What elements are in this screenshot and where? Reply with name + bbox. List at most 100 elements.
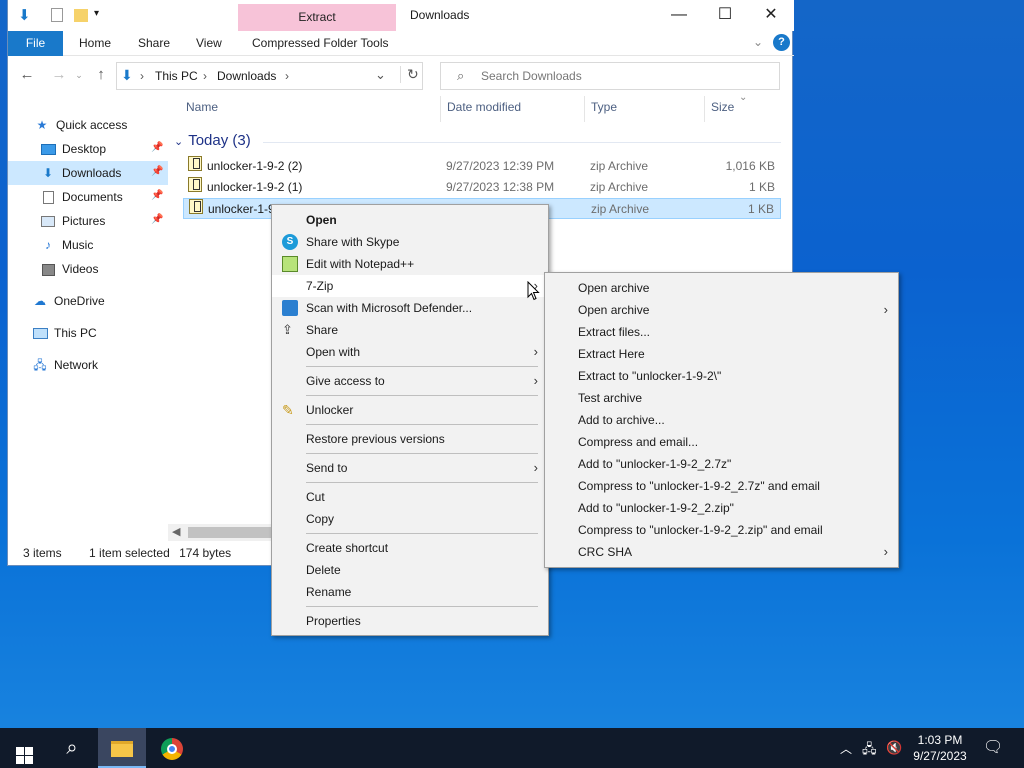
file-row[interactable]: unlocker-1-9-2 (1) 9/27/2023 12:38 PM zi… [183,177,781,198]
address-bar[interactable]: ⬇ › This PC › Downloads › ⌄ ↻ [116,62,423,90]
close-button[interactable]: ✕ [748,0,794,31]
menu-item-rename[interactable]: Rename [272,581,548,603]
submenu-compress-zip-email[interactable]: Compress to "unlocker-1-9-2_2.zip" and e… [545,519,898,541]
sort-chevron-icon: ⌄ [739,92,748,103]
breadcrumb-this-pc[interactable]: This PC [155,69,198,83]
taskbar-file-explorer[interactable] [98,728,146,768]
nav-onedrive[interactable]: ☁ OneDrive [32,289,105,313]
pin-icon[interactable]: 📌 [151,214,163,225]
up-button[interactable]: ↑ [90,64,112,86]
submenu-compress-7z-email[interactable]: Compress to "unlocker-1-9-2_2.7z" and em… [545,475,898,497]
menu-item-scan-defender[interactable]: Scan with Microsoft Defender... [272,297,548,319]
address-dropdown-icon[interactable]: ⌄ [375,67,386,83]
maximize-button[interactable]: ☐ [702,0,748,31]
tab-compressed-folder-tools[interactable]: Compressed Folder Tools [252,31,389,56]
properties-icon[interactable] [51,8,63,22]
submenu-add-to-7z[interactable]: Add to "unlocker-1-9-2_2.7z" [545,453,898,475]
music-icon: ♪ [45,238,51,252]
nav-music[interactable]: ♪ Music [40,233,93,257]
tab-share[interactable]: Share [138,31,170,56]
refresh-button[interactable]: ↻ [400,66,419,83]
menu-item-share-with-skype[interactable]: S Share with Skype [272,231,548,253]
show-hidden-icons[interactable]: ︿ [840,740,852,757]
submenu-crc-sha[interactable]: CRC SHA › [545,541,898,563]
pin-icon[interactable]: 📌 [151,142,163,153]
submenu-test-archive[interactable]: Test archive [545,387,898,409]
expand-ribbon-icon[interactable]: ⌄ [753,35,763,49]
menu-item-7zip[interactable]: 7-Zip › [272,275,548,297]
submenu-extract-to-folder[interactable]: Extract to "unlocker-1-9-2\" [545,365,898,387]
menu-separator [306,606,538,607]
nav-pictures[interactable]: Pictures [40,209,105,233]
menu-separator [306,482,538,483]
nav-downloads[interactable]: ⬇ Downloads [40,161,121,185]
clock[interactable]: 1:03 PM 9/27/2023 [905,732,975,764]
column-divider [704,96,705,122]
menu-item-properties[interactable]: Properties [272,610,548,632]
nav-desktop[interactable]: Desktop [40,137,106,161]
recent-dropdown-icon[interactable]: ⌄ [68,64,90,86]
menu-item-edit-with-notepadpp[interactable]: Edit with Notepad++ [272,253,548,275]
minimize-button[interactable]: — [656,0,702,31]
menu-label: Restore previous versions [306,432,445,446]
group-header[interactable]: ⌄ Today (3) [174,132,251,149]
tab-file[interactable]: File [8,31,63,56]
network-icon[interactable]: 🖧 [862,740,877,762]
chrome-icon [161,738,183,761]
submenu-extract-here[interactable]: Extract Here [545,343,898,365]
menu-item-copy[interactable]: Copy [272,508,548,530]
file-type: zip Archive [590,180,649,194]
new-folder-icon[interactable] [74,9,88,22]
volume-muted-icon[interactable]: 🔇 [886,740,902,756]
menu-label: Extract files... [578,325,651,339]
menu-item-delete[interactable]: Delete [272,559,548,581]
menu-item-give-access-to[interactable]: Give access to › [272,370,548,392]
back-button[interactable]: ← [16,64,38,86]
nav-videos[interactable]: Videos [40,257,98,281]
column-divider [584,96,585,122]
notifications-icon[interactable]: 🗨 [983,737,1003,757]
scroll-thumb[interactable] [188,527,278,538]
submenu-add-to-archive[interactable]: Add to archive... [545,409,898,431]
column-name[interactable]: Name [186,100,218,114]
forward-button[interactable]: → [48,64,70,86]
submenu-add-to-zip[interactable]: Add to "unlocker-1-9-2_2.zip" [545,497,898,519]
breadcrumb-downloads[interactable]: Downloads [217,69,276,83]
tab-home[interactable]: Home [79,31,111,56]
menu-item-create-shortcut[interactable]: Create shortcut [272,537,548,559]
tab-view[interactable]: View [196,31,222,56]
start-button[interactable] [0,728,48,768]
column-type[interactable]: Type [591,100,617,114]
nav-quick-access[interactable]: ★ Quick access [34,113,128,137]
taskbar-chrome[interactable] [148,728,196,768]
submenu-open-archive[interactable]: Open archive [545,277,898,299]
column-date-modified[interactable]: Date modified [447,100,521,114]
menu-item-unlocker[interactable]: ✎ Unlocker [272,399,548,421]
nav-documents[interactable]: Documents [40,185,123,209]
pin-icon[interactable]: 📌 [151,190,163,201]
menu-item-open-with[interactable]: Open with › [272,341,548,363]
menu-item-share[interactable]: ⇪ Share [272,319,548,341]
submenu-compress-and-email[interactable]: Compress and email... [545,431,898,453]
quick-access-down-icon[interactable]: ⬇ [18,6,31,24]
submenu-extract-files[interactable]: Extract files... [545,321,898,343]
submenu-open-archive-more[interactable]: Open archive › [545,299,898,321]
extract-context-tab[interactable]: Extract [238,4,396,31]
menu-item-restore-previous-versions[interactable]: Restore previous versions [272,428,548,450]
help-icon[interactable]: ? [773,34,790,51]
pin-icon[interactable]: 📌 [151,166,163,177]
scroll-left-icon[interactable]: ◀ [172,525,180,538]
nav-this-pc[interactable]: This PC [32,321,97,345]
search-input[interactable]: ⌕ Search Downloads [440,62,780,90]
nav-network[interactable]: 🖧 Network [32,353,98,377]
menu-label: Add to "unlocker-1-9-2_2.zip" [578,501,734,515]
menu-label: Compress to "unlocker-1-9-2_2.zip" and e… [578,523,823,537]
menu-item-send-to[interactable]: Send to › [272,457,548,479]
column-size[interactable]: Size [711,100,734,114]
search-button[interactable]: ⌕ [48,728,96,768]
menu-item-open[interactable]: Open [272,209,548,231]
menu-item-cut[interactable]: Cut [272,486,548,508]
customize-dropdown-icon[interactable]: ▾ [94,8,99,19]
menu-label: Extract Here [578,347,645,361]
file-row[interactable]: unlocker-1-9-2 (2) 9/27/2023 12:39 PM zi… [183,156,781,177]
